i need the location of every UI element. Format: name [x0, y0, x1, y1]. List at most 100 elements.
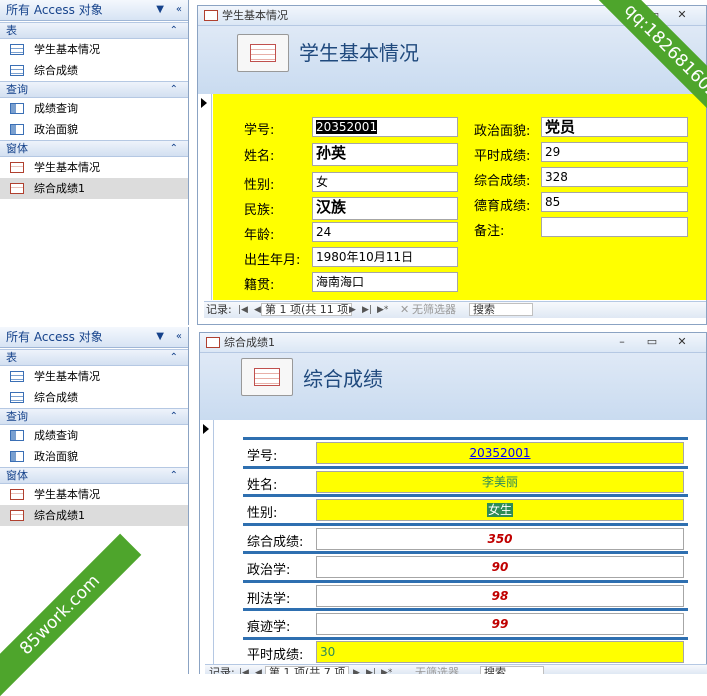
field-ethnicity[interactable]: 汉族: [312, 197, 458, 220]
query-icon: [10, 124, 24, 135]
field-label-regular-score: 平时成绩:: [474, 149, 531, 164]
row-separator: [243, 466, 688, 469]
nav-pane-header[interactable]: 所有 Access 对象 ▼ «: [0, 327, 188, 348]
first-record-icon[interactable]: |◀: [238, 302, 248, 318]
field-total-score[interactable]: 350: [316, 528, 684, 550]
nav-item-query-scores[interactable]: 成绩查询: [0, 425, 188, 446]
navigation-pane-top: 所有 Access 对象 ▼ « 表 ⌃ 学生基本情况 综合成绩 查询 ⌃ 成绩查询…: [0, 0, 189, 325]
nav-pane-title: 所有 Access 对象: [6, 3, 103, 17]
form-header: 综合成绩: [200, 353, 706, 420]
field-native-place[interactable]: 海南海口: [312, 272, 458, 292]
collapse-chevron-icon[interactable]: ⌃: [170, 82, 178, 97]
field-student-id[interactable]: 20352001: [312, 117, 458, 137]
field-value: 20352001: [316, 120, 378, 134]
row-separator: [243, 608, 688, 611]
navigation-pane-bottom: 所有 Access 对象 ▼ « 表 ⌃ 学生基本情况 综合成绩 查询 ⌃ 成绩查询…: [0, 327, 189, 674]
record-selector[interactable]: [200, 420, 214, 670]
record-selector[interactable]: [198, 94, 212, 300]
form-header-title: 综合成绩: [303, 367, 383, 391]
collapse-chevron-icon[interactable]: ⌃: [170, 468, 178, 483]
field-label-student-id: 学号:: [247, 449, 278, 464]
group-label: 表: [6, 351, 17, 364]
restore-button[interactable]: ▭: [644, 334, 660, 350]
field-label-native-place: 籍贯:: [244, 278, 275, 293]
field-label-criminal-law: 刑法学:: [247, 592, 291, 607]
last-record-icon[interactable]: ▶|: [366, 665, 376, 674]
current-record-box[interactable]: 第 1 项(共 7 项: [265, 666, 350, 674]
field-gender[interactable]: 女生: [316, 499, 684, 521]
field-name[interactable]: 孙英: [312, 143, 458, 166]
no-filter-label[interactable]: 无筛选器: [412, 302, 456, 318]
field-label-regular-score: 平时成绩:: [247, 648, 304, 663]
field-politics-score[interactable]: 90: [316, 556, 684, 578]
nav-item-form-scores1[interactable]: 综合成绩1: [0, 178, 188, 199]
minimize-button[interactable]: –: [614, 334, 630, 350]
new-record-icon[interactable]: ▶*: [381, 665, 392, 674]
field-political-status[interactable]: 党员: [541, 117, 688, 137]
field-moral-score[interactable]: 85: [541, 192, 688, 212]
collapse-chevron-icon[interactable]: ⌃: [170, 350, 178, 365]
nav-item-query-political[interactable]: 政治面貌: [0, 446, 188, 467]
form-icon: [10, 183, 24, 194]
nav-item-table-scores[interactable]: 综合成绩: [0, 387, 188, 408]
close-button[interactable]: ✕: [674, 7, 690, 23]
shutter-bar-close-icon[interactable]: «: [176, 0, 182, 20]
window-titlebar[interactable]: 综合成绩1 – ▭ ✕: [200, 333, 706, 353]
field-label-politics: 政治学:: [247, 563, 291, 578]
prev-record-icon[interactable]: ◀: [254, 302, 261, 318]
search-box[interactable]: 搜索: [469, 303, 533, 316]
field-criminal-law-score[interactable]: 98: [316, 585, 684, 607]
field-remarks[interactable]: [541, 217, 688, 237]
nav-item-query-scores[interactable]: 成绩查询: [0, 98, 188, 119]
form-logo-icon: [237, 34, 289, 72]
field-total-score[interactable]: 328: [541, 167, 688, 187]
collapse-chevron-icon[interactable]: ⌃: [170, 23, 178, 38]
query-icon: [10, 451, 24, 462]
nav-group-forms[interactable]: 窗体 ⌃: [0, 467, 188, 484]
nav-item-table-student-info[interactable]: 学生基本情况: [0, 39, 188, 60]
nav-item-table-scores[interactable]: 综合成绩: [0, 60, 188, 81]
nav-group-forms[interactable]: 窗体 ⌃: [0, 140, 188, 157]
nav-pane-header[interactable]: 所有 Access 对象 ▼ «: [0, 0, 188, 21]
field-birth-date[interactable]: 1980年10月11日: [312, 247, 458, 267]
nav-menu-dropdown-icon[interactable]: ▼: [156, 327, 164, 347]
nav-item-form-scores1[interactable]: 综合成绩1: [0, 505, 188, 526]
field-name[interactable]: 李美丽: [316, 471, 684, 493]
nav-menu-dropdown-icon[interactable]: ▼: [156, 0, 164, 20]
nav-group-tables[interactable]: 表 ⌃: [0, 22, 188, 39]
field-label-birth-date: 出生年月:: [244, 253, 301, 268]
field-forensics-score[interactable]: 99: [316, 613, 684, 635]
prev-record-icon[interactable]: ◀: [255, 665, 262, 674]
nav-item-table-student-info[interactable]: 学生基本情况: [0, 366, 188, 387]
close-button[interactable]: ✕: [674, 334, 690, 350]
shutter-bar-close-icon[interactable]: «: [176, 327, 182, 347]
field-gender[interactable]: 女: [312, 172, 458, 192]
nav-group-queries[interactable]: 查询 ⌃: [0, 408, 188, 425]
nav-item-form-student-info[interactable]: 学生基本情况: [0, 157, 188, 178]
no-filter-label[interactable]: 无筛选器: [415, 665, 459, 674]
new-record-icon[interactable]: ▶*: [377, 302, 388, 318]
group-label: 窗体: [6, 142, 28, 155]
collapse-chevron-icon[interactable]: ⌃: [170, 141, 178, 156]
nav-group-tables[interactable]: 表 ⌃: [0, 349, 188, 366]
filter-icon[interactable]: ✕: [400, 302, 409, 318]
nav-item-form-student-info[interactable]: 学生基本情况: [0, 484, 188, 505]
form-icon: [10, 489, 24, 500]
collapse-chevron-icon[interactable]: ⌃: [170, 409, 178, 424]
field-age[interactable]: 24: [312, 222, 458, 242]
item-label: 成绩查询: [34, 429, 78, 442]
next-record-icon[interactable]: ▶: [353, 665, 360, 674]
first-record-icon[interactable]: |◀: [239, 665, 249, 674]
last-record-icon[interactable]: ▶|: [362, 302, 372, 318]
field-regular-score[interactable]: 29: [541, 142, 688, 162]
field-regular-score[interactable]: 30: [316, 641, 684, 663]
field-value-link[interactable]: 20352001: [469, 446, 530, 460]
search-box[interactable]: 搜索: [480, 666, 544, 674]
record-navigation-bar: 记录: |◀ ◀ 第 1 项(共 11 项 ▶ ▶| ▶* ✕ 无筛选器 搜索: [204, 301, 706, 318]
row-separator: [243, 437, 688, 440]
field-student-id[interactable]: 20352001: [316, 442, 684, 464]
nav-item-query-political[interactable]: 政治面貌: [0, 119, 188, 140]
nav-group-queries[interactable]: 查询 ⌃: [0, 81, 188, 98]
next-record-icon[interactable]: ▶: [349, 302, 356, 318]
current-record-box[interactable]: 第 1 项(共 11 项: [261, 303, 353, 316]
